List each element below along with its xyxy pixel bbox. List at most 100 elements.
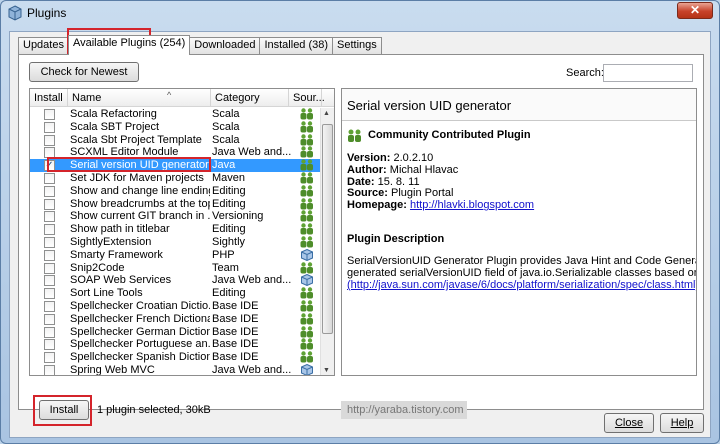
plugin-metadata: Version: 2.0.2.10 Author: Michal Hlavac … xyxy=(347,152,534,212)
plugin-category: Base IDE xyxy=(212,351,259,364)
table-row[interactable]: Scala Refactoring Scala xyxy=(30,108,322,121)
community-icon xyxy=(300,351,314,363)
column-source[interactable]: Sour... xyxy=(289,89,325,107)
detail-title: Serial version UID generator xyxy=(342,89,696,121)
homepage-link[interactable]: http://hlavki.blogspot.com xyxy=(410,199,534,211)
plugin-category: Base IDE xyxy=(212,312,259,325)
scroll-up-icon[interactable]: ▲ xyxy=(323,110,330,117)
description-line: SerialVersionUID Generator Plugin provid… xyxy=(347,255,697,267)
plugin-detail-panel: Serial version UID generator Community C… xyxy=(341,88,697,376)
close-label: Close xyxy=(614,417,644,429)
netbeans-cube-icon xyxy=(7,5,23,21)
description-line: generated serialVersionUID field of java… xyxy=(347,267,697,279)
install-checkbox[interactable] xyxy=(44,172,55,184)
table-row[interactable]: Smarty Framework PHP xyxy=(30,248,322,262)
community-icon xyxy=(300,197,314,210)
plugin-name: Show current GIT branch in ... xyxy=(70,210,210,223)
table-row[interactable]: SightlyExtension Sightly xyxy=(30,236,322,249)
community-icon xyxy=(300,223,314,235)
column-install[interactable]: Install xyxy=(30,89,68,107)
table-row[interactable]: Spellchecker Portuguese an... Base IDE xyxy=(30,338,322,351)
install-checkbox[interactable] xyxy=(44,134,55,146)
install-checkbox[interactable] xyxy=(44,288,55,300)
community-icon xyxy=(300,236,314,248)
help-button[interactable]: Help xyxy=(660,413,704,433)
search-input[interactable] xyxy=(603,64,693,82)
install-checkbox[interactable] xyxy=(44,109,55,120)
install-checkbox[interactable] xyxy=(44,352,55,364)
cube-icon xyxy=(300,363,314,375)
install-checkbox[interactable] xyxy=(44,147,55,159)
table-row[interactable]: Spring Web MVC Java Web and... xyxy=(30,363,322,375)
plugin-name: Show path in titlebar xyxy=(70,223,170,236)
plugin-category: Editing xyxy=(212,197,246,210)
install-checkbox[interactable] xyxy=(44,364,55,375)
install-checkbox[interactable] xyxy=(44,121,55,133)
tab-available-plugins[interactable]: Available Plugins (254) xyxy=(67,35,191,55)
cube-icon xyxy=(300,248,314,261)
source-value: Plugin Portal xyxy=(391,187,454,200)
close-button[interactable]: Close xyxy=(604,413,654,433)
table-row[interactable]: Spellchecker Spanish Diction... Base IDE xyxy=(30,351,322,364)
table-row[interactable]: Scala Sbt Project Template Scala xyxy=(30,134,322,147)
install-checkbox[interactable] xyxy=(44,185,55,197)
plugin-name: Spellchecker Croatian Dictio... xyxy=(70,299,210,312)
plugin-category: Base IDE xyxy=(212,338,259,351)
install-checkbox[interactable] xyxy=(44,236,55,248)
install-checkbox[interactable] xyxy=(44,300,55,312)
selection-status: 1 plugin selected, 30kB xyxy=(97,404,211,416)
plugin-description: SerialVersionUID Generator Plugin provid… xyxy=(347,255,697,291)
install-checkbox[interactable]: ✓ xyxy=(44,160,55,172)
community-icon xyxy=(300,121,314,133)
table-row[interactable]: Snip2Code Team xyxy=(30,262,322,275)
scroll-down-icon[interactable]: ▼ xyxy=(323,367,330,374)
spec-link[interactable]: (http://java.sun.com/javase/6/docs/platf… xyxy=(347,279,696,291)
table-row[interactable]: Show current GIT branch in ... Versioning xyxy=(30,210,322,223)
table-row[interactable]: Show breadcrumbs at the top Editing xyxy=(30,198,322,211)
scrollbar-thumb[interactable] xyxy=(322,124,333,334)
install-button[interactable]: Install xyxy=(39,400,89,420)
community-icon xyxy=(300,287,314,299)
date-label: Date: xyxy=(347,175,375,188)
table-scrollbar[interactable]: ▲ ▼ xyxy=(320,108,334,375)
table-row[interactable]: Show and change line endings Editing xyxy=(30,185,322,198)
table-row[interactable]: SCXML Editor Module Java Web and... xyxy=(30,146,322,159)
plugin-name: Scala SBT Project xyxy=(70,120,160,133)
tab-settings[interactable]: Settings xyxy=(332,37,382,54)
install-checkbox[interactable] xyxy=(44,275,55,287)
plugin-category: Editing xyxy=(212,287,246,300)
plugin-category: Editing xyxy=(212,184,246,197)
install-checkbox[interactable] xyxy=(44,262,55,274)
table-row[interactable]: Spellchecker German Diction... Base IDE xyxy=(30,326,322,339)
plugin-name: SightlyExtension xyxy=(70,235,152,248)
install-checkbox[interactable] xyxy=(44,249,55,261)
column-name[interactable]: Name ^ xyxy=(68,89,211,107)
table-row[interactable]: SOAP Web Services Java Web and... xyxy=(30,274,322,287)
install-checkbox[interactable] xyxy=(44,326,55,338)
table-row[interactable]: Sort Line Tools Editing xyxy=(30,287,322,300)
table-row[interactable]: Spellchecker Croatian Dictio... Base IDE xyxy=(30,300,322,313)
table-row[interactable]: Scala SBT Project Scala xyxy=(30,121,322,134)
install-checkbox[interactable] xyxy=(44,224,55,236)
plugin-category: Java xyxy=(212,159,236,172)
table-row[interactable]: Show path in titlebar Editing xyxy=(30,223,322,236)
plugin-name: SCXML Editor Module xyxy=(70,146,179,159)
tab-installed[interactable]: Installed (38) xyxy=(259,37,334,54)
table-row[interactable]: ✓ Serial version UID generator Java xyxy=(30,159,322,172)
install-checkbox[interactable] xyxy=(44,211,55,223)
install-checkbox[interactable] xyxy=(44,313,55,325)
community-icon xyxy=(300,185,314,197)
plugin-category: Editing xyxy=(212,223,246,236)
column-category[interactable]: Category xyxy=(211,89,289,107)
tab-downloaded[interactable]: Downloaded xyxy=(189,37,261,54)
install-checkbox[interactable] xyxy=(44,198,55,210)
table-header: Install Name ^ Category Sour... xyxy=(30,89,334,107)
table-row[interactable]: Spellchecker French Dictiona... Base IDE xyxy=(30,313,322,326)
window-close-button[interactable]: ✕ xyxy=(677,2,713,19)
table-row[interactable]: Set JDK for Maven projects Maven xyxy=(30,172,322,185)
check-for-newest-button[interactable]: Check for Newest xyxy=(29,62,139,82)
author-value: Michal Hlavac xyxy=(389,163,459,176)
tab-updates[interactable]: Updates xyxy=(18,37,69,54)
plugin-category: Scala xyxy=(212,120,240,133)
install-checkbox[interactable] xyxy=(44,339,55,351)
